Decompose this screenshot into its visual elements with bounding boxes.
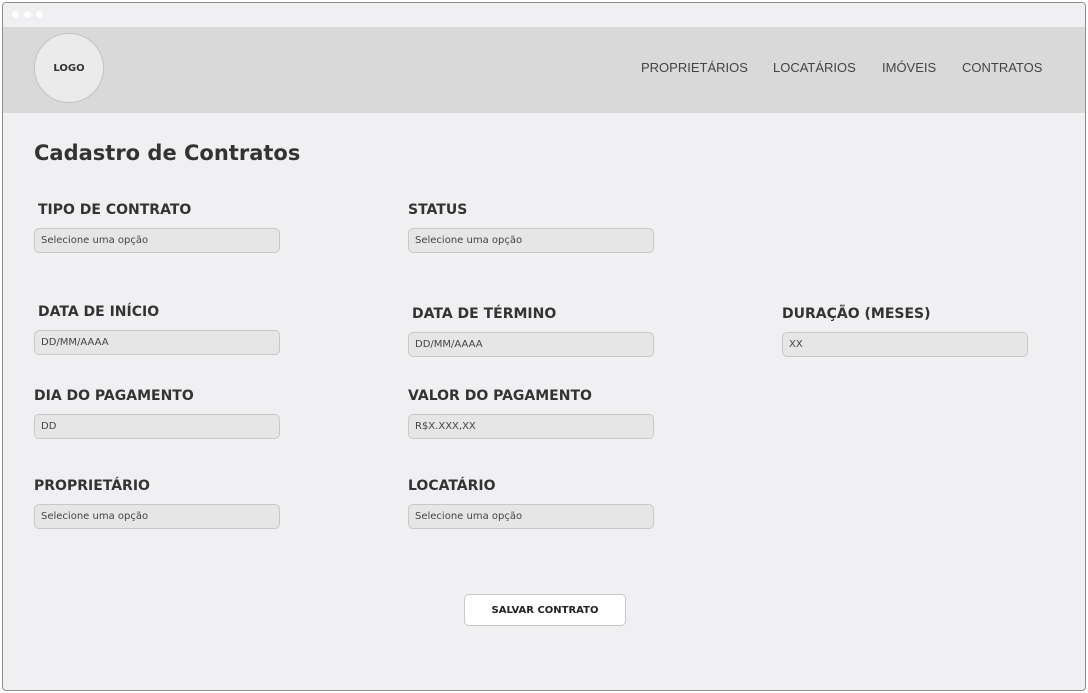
data-inicio-input[interactable]: DD/MM/AAAA: [34, 330, 280, 355]
window-titlebar: [3, 3, 1085, 27]
data-termino-label: DATA DE TÉRMINO: [412, 306, 557, 322]
nav-proprietarios[interactable]: PROPRIETÁRIOS: [641, 60, 748, 75]
duracao-label: DURAÇÃO (MESES): [782, 306, 931, 322]
proprietario-select[interactable]: Selecione uma opção: [34, 504, 280, 529]
browser-window: LOGO PROPRIETÁRIOS LOCATÁRIOS IMÓVEIS CO…: [2, 2, 1086, 691]
status-label: STATUS: [408, 202, 468, 218]
nav-imoveis[interactable]: IMÓVEIS: [882, 60, 936, 75]
dia-pagamento-input[interactable]: DD: [34, 414, 280, 439]
nav-locatarios[interactable]: LOCATÁRIOS: [773, 60, 856, 75]
duracao-input[interactable]: XX: [782, 332, 1028, 357]
page-title: Cadastro de Contratos: [34, 141, 301, 165]
tipo-contrato-label: TIPO DE CONTRATO: [38, 202, 192, 218]
data-termino-input[interactable]: DD/MM/AAAA: [408, 332, 654, 357]
locatario-select[interactable]: Selecione uma opção: [408, 504, 654, 529]
nav-contratos[interactable]: CONTRATOS: [962, 60, 1042, 75]
status-select[interactable]: Selecione uma opção: [408, 228, 654, 253]
locatario-label: LOCATÁRIO: [408, 478, 496, 494]
data-inicio-label: DATA DE INÍCIO: [38, 304, 160, 320]
save-contract-button[interactable]: SALVAR CONTRATO: [464, 594, 626, 626]
logo[interactable]: LOGO: [34, 33, 104, 103]
valor-pagamento-input[interactable]: R$X.XXX,XX: [408, 414, 654, 439]
window-control-dot[interactable]: [24, 11, 31, 18]
proprietario-label: PROPRIETÁRIO: [34, 478, 150, 494]
valor-pagamento-label: VALOR DO PAGAMENTO: [408, 388, 592, 404]
tipo-contrato-select[interactable]: Selecione uma opção: [34, 228, 280, 253]
window-control-dot[interactable]: [12, 11, 19, 18]
window-control-dot[interactable]: [36, 11, 43, 18]
top-header: LOGO PROPRIETÁRIOS LOCATÁRIOS IMÓVEIS CO…: [3, 27, 1085, 113]
dia-pagamento-label: DIA DO PAGAMENTO: [34, 388, 194, 404]
